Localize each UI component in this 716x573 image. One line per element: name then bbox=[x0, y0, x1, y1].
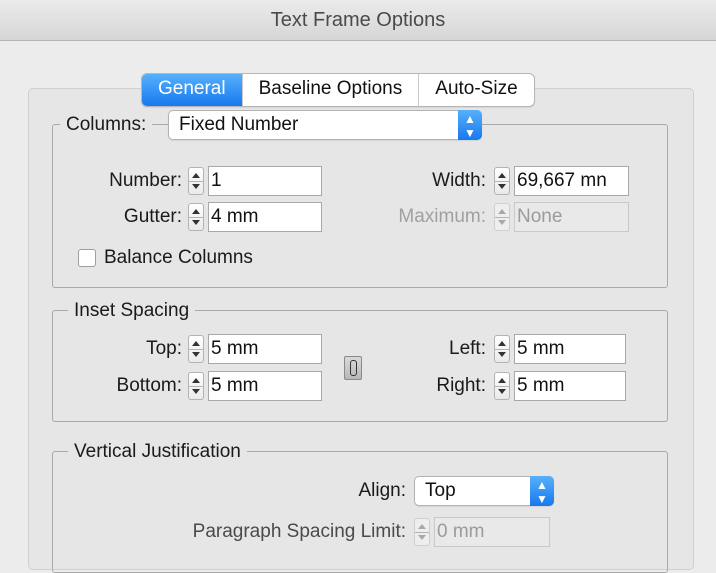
tab-baseline-options[interactable]: Baseline Options bbox=[241, 74, 419, 106]
select-chevron-icon: ▲ ▼ bbox=[458, 110, 482, 140]
columns-legend: Columns: bbox=[60, 113, 153, 137]
vertical-justification-group bbox=[52, 451, 668, 573]
inset-right-stepper[interactable] bbox=[494, 372, 510, 400]
balance-columns-checkbox[interactable] bbox=[78, 249, 96, 267]
maximum-field: None bbox=[514, 202, 629, 232]
inset-left-label: Left: bbox=[449, 338, 486, 359]
number-label: Number: bbox=[109, 170, 182, 191]
inset-top-label: Top: bbox=[146, 338, 182, 359]
inset-bottom-label: Bottom: bbox=[116, 375, 182, 396]
gutter-field[interactable]: 4 mm bbox=[208, 202, 322, 232]
window-titlebar: Text Frame Options bbox=[0, 0, 716, 41]
number-field[interactable]: 1 bbox=[208, 166, 322, 196]
align-label: Align: bbox=[358, 480, 406, 501]
gutter-stepper[interactable] bbox=[188, 203, 204, 231]
paragraph-spacing-limit-label: Paragraph Spacing Limit: bbox=[192, 521, 406, 542]
inset-right-label: Right: bbox=[436, 375, 486, 396]
width-field[interactable]: 69,667 mn bbox=[514, 166, 629, 196]
tab-general[interactable]: General bbox=[142, 74, 242, 106]
inset-left-field[interactable]: 5 mm bbox=[514, 334, 626, 364]
paragraph-spacing-field: 0 mm bbox=[434, 517, 550, 547]
window-title: Text Frame Options bbox=[270, 9, 446, 31]
gutter-label: Gutter: bbox=[123, 206, 182, 227]
align-select[interactable]: Top ▲ ▼ bbox=[414, 476, 554, 506]
inset-right-field[interactable]: 5 mm bbox=[514, 371, 626, 401]
tab-auto-size[interactable]: Auto-Size bbox=[418, 74, 533, 106]
maximum-label: Maximum: bbox=[398, 206, 486, 227]
columns-type-select[interactable]: Fixed Number ▲ ▼ bbox=[168, 110, 482, 140]
inset-top-stepper[interactable] bbox=[188, 335, 204, 363]
number-stepper[interactable] bbox=[188, 167, 204, 195]
inset-bottom-field[interactable]: 5 mm bbox=[208, 371, 322, 401]
width-stepper[interactable] bbox=[494, 167, 510, 195]
maximum-stepper bbox=[494, 203, 510, 231]
vertical-justification-legend: Vertical Justification bbox=[68, 440, 247, 464]
columns-type-value: Fixed Number bbox=[179, 114, 299, 135]
width-label: Width: bbox=[432, 170, 486, 191]
inset-left-stepper[interactable] bbox=[494, 335, 510, 363]
inset-spacing-legend: Inset Spacing bbox=[68, 299, 196, 323]
tab-bar: General Baseline Options Auto-Size bbox=[141, 73, 535, 107]
align-value: Top bbox=[425, 480, 456, 501]
inset-top-field[interactable]: 5 mm bbox=[208, 334, 322, 364]
paragraph-spacing-stepper bbox=[414, 518, 430, 546]
chain-link-icon[interactable] bbox=[344, 356, 362, 380]
balance-columns-label: Balance Columns bbox=[104, 247, 253, 268]
inset-bottom-stepper[interactable] bbox=[188, 372, 204, 400]
select-chevron-icon: ▲ ▼ bbox=[530, 476, 554, 506]
